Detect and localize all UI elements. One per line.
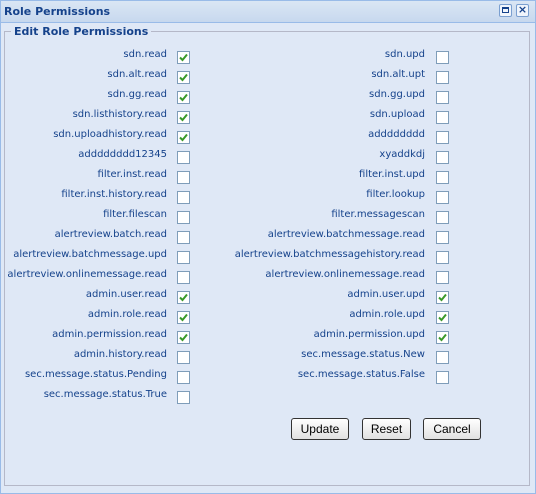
permission-label-sec-message-status-true: sec.message.status.True — [43, 389, 167, 400]
permission-label-sdn-alt-upt: sdn.alt.upt — [371, 69, 425, 80]
permission-label-xyaddkdj: xyaddkdj — [379, 149, 425, 160]
permission-checkbox-adddddddd[interactable] — [436, 131, 449, 144]
permission-checkbox-admin-permission-read[interactable] — [177, 331, 190, 344]
permission-label-filter-filescan: filter.filescan — [103, 209, 167, 220]
role-permissions-window: Role Permissions × Edit Role Permissions… — [0, 0, 536, 494]
permission-checkbox-admin-role-read[interactable] — [177, 311, 190, 324]
checkmark-icon — [179, 73, 188, 82]
permission-label-admin-permission-read: admin.permission.read — [52, 329, 167, 340]
permission-checkbox-sdn-alt-read[interactable] — [177, 71, 190, 84]
permission-checkbox-sdn-read[interactable] — [177, 51, 190, 64]
permission-label-alertreview-onlinemessage-read: alertreview.onlinemessage.read — [7, 269, 167, 280]
checkmark-icon — [179, 133, 188, 142]
checkmark-icon — [179, 313, 188, 322]
permission-checkbox-xyaddkdj[interactable] — [436, 151, 449, 164]
checkmark-icon — [438, 293, 447, 302]
permission-checkbox-alertreview-batchmessage-read[interactable] — [436, 231, 449, 244]
permission-checkbox-filter-inst-upd[interactable] — [436, 171, 449, 184]
permission-checkbox-alertreview-batchmessagehistory-read[interactable] — [436, 251, 449, 264]
permission-label-admin-permission-upd: admin.permission.upd — [313, 329, 425, 340]
permission-label-alertreview-batchmessage-upd: alertreview.batchmessage.upd — [13, 249, 167, 260]
permission-checkbox-admin-history-read[interactable] — [177, 351, 190, 364]
reset-button[interactable]: Reset — [362, 418, 411, 440]
permission-checkbox-filter-inst-read[interactable] — [177, 171, 190, 184]
permission-label-sdn-uploadhistory-read: sdn.uploadhistory.read — [53, 129, 167, 140]
permission-checkbox-sdn-gg-upd[interactable] — [436, 91, 449, 104]
permission-label-admin-user-upd: admin.user.upd — [347, 289, 425, 300]
update-button[interactable]: Update — [291, 418, 349, 440]
fieldset-legend: Edit Role Permissions — [11, 25, 152, 38]
permission-label-alertreview-batchmessage-read: alertreview.batchmessage.read — [267, 229, 425, 240]
permission-label-filter-inst-read: filter.inst.read — [97, 169, 167, 180]
permission-label-alertreview-onlinemessage-read: alertreview.onlinemessage.read — [265, 269, 425, 280]
permission-label-admin-role-read: admin.role.read — [87, 309, 167, 320]
permission-label-sdn-gg-read: sdn.gg.read — [107, 89, 167, 100]
checkmark-icon — [179, 293, 188, 302]
permission-label-sdn-upd: sdn.upd — [384, 49, 425, 60]
close-icon[interactable]: × — [516, 3, 529, 17]
window-titlebar[interactable]: Role Permissions × — [1, 1, 535, 23]
permission-checkbox-sdn-listhistory-read[interactable] — [177, 111, 190, 124]
permission-label-sdn-upload: sdn.upload — [369, 109, 425, 120]
permission-label-alertreview-batch-read: alertreview.batch.read — [54, 229, 167, 240]
permission-checkbox-adddddddd12345[interactable] — [177, 151, 190, 164]
permission-label-filter-inst-upd: filter.inst.upd — [359, 169, 425, 180]
permission-checkbox-sec-message-status-new[interactable] — [436, 351, 449, 364]
permission-checkbox-sec-message-status-false[interactable] — [436, 371, 449, 384]
permission-checkbox-sdn-uploadhistory-read[interactable] — [177, 131, 190, 144]
checkmark-icon — [179, 333, 188, 342]
permission-label-sdn-gg-upd: sdn.gg.upd — [369, 89, 425, 100]
permission-checkbox-sec-message-status-pending[interactable] — [177, 371, 190, 384]
checkmark-icon — [438, 313, 447, 322]
checkmark-icon — [438, 333, 447, 342]
permission-checkbox-alertreview-batch-read[interactable] — [177, 231, 190, 244]
permission-label-alertreview-batchmessagehistory-read: alertreview.batchmessagehistory.read — [234, 249, 425, 260]
permission-checkbox-alertreview-onlinemessage-read[interactable] — [436, 271, 449, 284]
permission-checkbox-filter-filescan[interactable] — [177, 211, 190, 224]
window-title: Role Permissions — [4, 5, 111, 18]
permission-checkbox-sdn-gg-read[interactable] — [177, 91, 190, 104]
permission-checkbox-alertreview-onlinemessage-read[interactable] — [177, 271, 190, 284]
permission-label-sdn-alt-read: sdn.alt.read — [107, 69, 167, 80]
permission-label-filter-lookup: filter.lookup — [366, 189, 425, 200]
checkmark-icon — [179, 113, 188, 122]
permission-label-sdn-read: sdn.read — [123, 49, 167, 60]
permission-checkbox-filter-lookup[interactable] — [436, 191, 449, 204]
permission-label-admin-user-read: admin.user.read — [85, 289, 167, 300]
permission-checkbox-sdn-upd[interactable] — [436, 51, 449, 64]
permission-label-admin-role-upd: admin.role.upd — [349, 309, 425, 320]
cancel-button[interactable]: Cancel — [423, 418, 481, 440]
checkmark-icon — [179, 93, 188, 102]
permission-checkbox-sdn-alt-upt[interactable] — [436, 71, 449, 84]
permission-checkbox-admin-role-upd[interactable] — [436, 311, 449, 324]
permission-checkbox-filter-inst-history-read[interactable] — [177, 191, 190, 204]
permission-checkbox-sdn-upload[interactable] — [436, 111, 449, 124]
permission-label-sdn-listhistory-read: sdn.listhistory.read — [72, 109, 167, 120]
permission-label-admin-history-read: admin.history.read — [73, 349, 167, 360]
checkmark-icon — [179, 53, 188, 62]
maximize-icon[interactable] — [499, 4, 512, 17]
permission-checkbox-sec-message-status-true[interactable] — [177, 391, 190, 404]
permission-label-sec-message-status-pending: sec.message.status.Pending — [24, 369, 167, 380]
permission-label-sec-message-status-new: sec.message.status.New — [301, 349, 425, 360]
permission-checkbox-admin-permission-upd[interactable] — [436, 331, 449, 344]
permission-label-adddddddd: adddddddd — [368, 129, 425, 140]
permission-label-adddddddd12345: adddddddd12345 — [78, 149, 167, 160]
permission-checkbox-admin-user-read[interactable] — [177, 291, 190, 304]
permission-label-filter-inst-history-read: filter.inst.history.read — [61, 189, 167, 200]
permission-checkbox-filter-messagescan[interactable] — [436, 211, 449, 224]
permission-checkbox-admin-user-upd[interactable] — [436, 291, 449, 304]
permission-label-filter-messagescan: filter.messagescan — [331, 209, 425, 220]
permission-checkbox-alertreview-batchmessage-upd[interactable] — [177, 251, 190, 264]
permission-label-sec-message-status-false: sec.message.status.False — [297, 369, 425, 380]
